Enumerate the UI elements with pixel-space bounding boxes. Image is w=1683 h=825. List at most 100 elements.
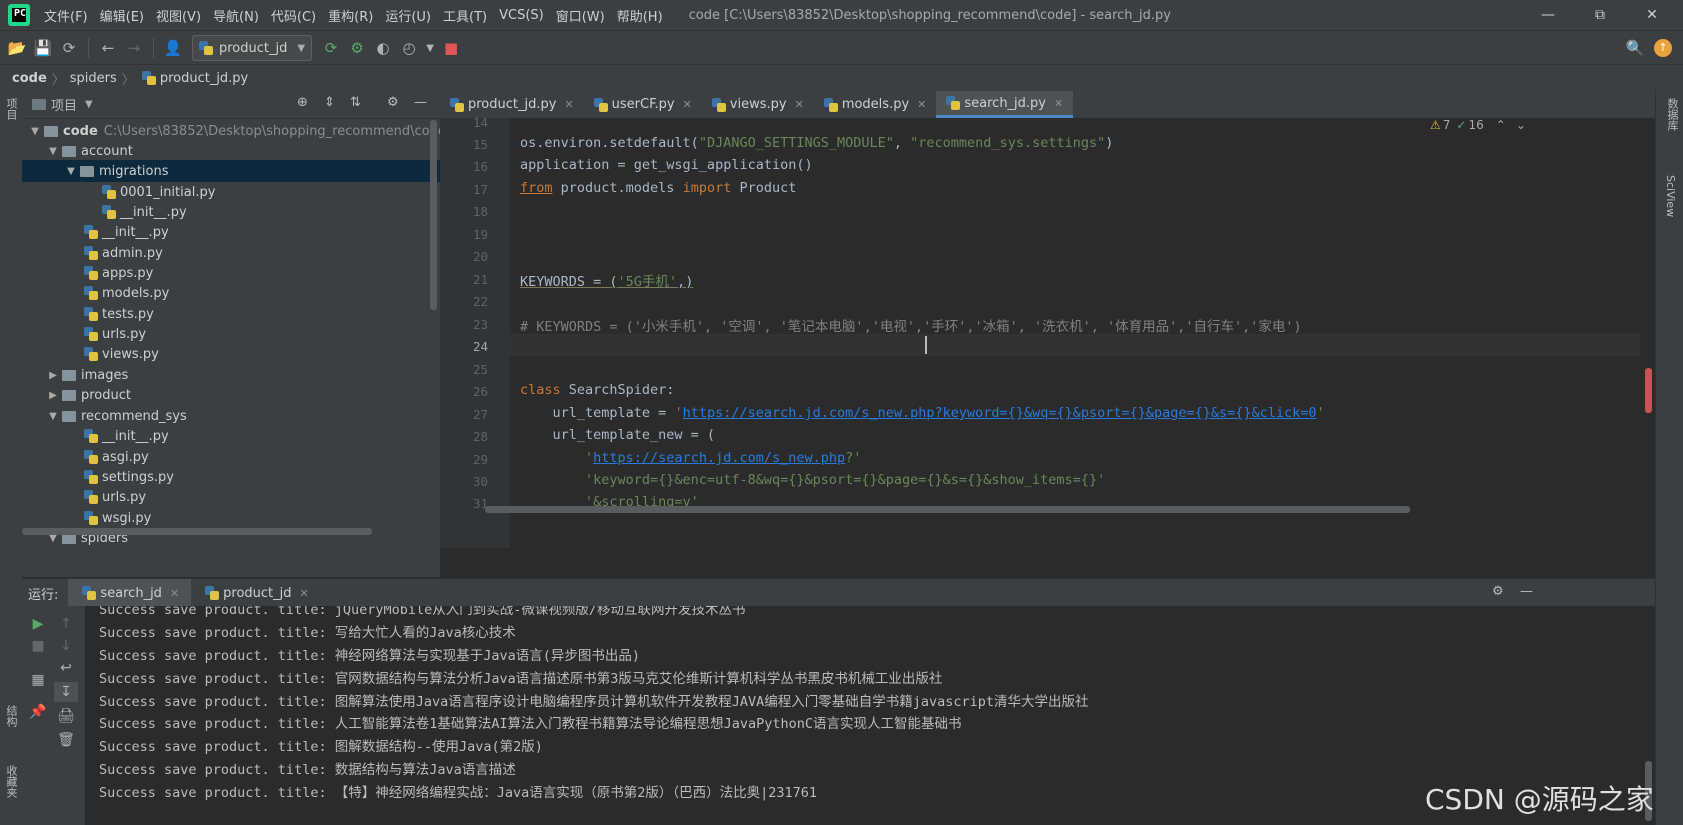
tree-item-file[interactable]: urls.py	[22, 486, 440, 508]
scroll-down-icon[interactable]: ↓	[54, 636, 78, 656]
tree-item-account[interactable]: ▼ account	[22, 140, 440, 162]
tree-root[interactable]: ▼ code C:\Users\83852\Desktop\shopping_r…	[22, 120, 440, 142]
menu-window[interactable]: 窗口(W)	[550, 6, 611, 25]
tree-item-images[interactable]: ▶ images	[22, 364, 440, 386]
layout-icon[interactable]: ▦	[26, 670, 50, 690]
run-config-selector[interactable]: product_jd ▼	[192, 35, 313, 61]
close-icon[interactable]: ✕	[564, 98, 573, 111]
tree-item-file[interactable]: urls.py	[22, 323, 440, 345]
back-icon[interactable]: ←	[97, 37, 119, 59]
tree-item-file[interactable]: views.py	[22, 343, 440, 365]
favorites-tool-button[interactable]: 收藏夹	[3, 765, 19, 798]
collapse-all-icon[interactable]: ⇅	[350, 95, 361, 110]
pin-icon[interactable]: 📌	[26, 702, 50, 722]
run-console-output[interactable]: Success save product. title: jQueryMobil…	[85, 606, 1655, 825]
user-icon[interactable]: 👤	[162, 37, 184, 59]
more-run-chevron-icon[interactable]: ▼	[424, 37, 436, 59]
hide-panel-icon[interactable]: —	[1520, 584, 1533, 599]
sciview-tool-button[interactable]: SciView	[1664, 175, 1677, 217]
breadcrumb-file[interactable]: product_jd.py	[160, 71, 248, 86]
tab-views[interactable]: views.py ✕	[702, 91, 814, 118]
soft-wrap-icon[interactable]: ↩	[54, 658, 78, 678]
forward-icon[interactable]: →	[123, 37, 145, 59]
tab-models[interactable]: models.py ✕	[814, 91, 937, 118]
tree-item-file[interactable]: apps.py	[22, 262, 440, 284]
menu-edit[interactable]: 编辑(E)	[94, 6, 150, 25]
tab-search-jd[interactable]: search_jd.py ✕	[936, 91, 1074, 118]
horizontal-scrollbar[interactable]	[485, 506, 1410, 513]
tree-item-file[interactable]: asgi.py	[22, 446, 440, 468]
horizontal-scrollbar[interactable]	[22, 528, 372, 535]
chevron-down-icon[interactable]: ⌄	[1516, 118, 1526, 132]
tree-item-recommend-sys[interactable]: ▼ recommend_sys	[22, 405, 440, 427]
locate-icon[interactable]: ⊕	[297, 95, 308, 110]
hide-panel-icon[interactable]: —	[414, 95, 427, 110]
menu-navigate[interactable]: 导航(N)	[207, 6, 265, 25]
tree-item-file[interactable]: tests.py	[22, 303, 440, 325]
tab-product-jd[interactable]: product_jd.py ✕	[440, 91, 584, 118]
coverage-icon[interactable]: ◐	[372, 37, 394, 59]
scroll-to-end-icon[interactable]: ↧	[54, 682, 78, 702]
gear-icon[interactable]: ⚙	[1492, 584, 1504, 599]
chevron-up-icon[interactable]: ⌃	[1496, 118, 1506, 132]
chevron-down-icon[interactable]: ▼	[85, 99, 93, 110]
save-icon[interactable]: 💾	[32, 37, 54, 59]
close-window-icon[interactable]: ✕	[1629, 0, 1675, 30]
open-folder-icon[interactable]: 📂	[6, 37, 28, 59]
structure-tool-button[interactable]: 结构	[3, 705, 19, 727]
run-tab-search-jd[interactable]: search_jd ✕	[68, 579, 192, 607]
expand-all-icon[interactable]: ⇕	[324, 95, 335, 110]
debug-icon[interactable]: ⚙	[346, 37, 368, 59]
menu-view[interactable]: 视图(V)	[150, 6, 207, 25]
database-tool-button[interactable]: 数据库	[1664, 98, 1680, 131]
scroll-marker[interactable]	[1645, 368, 1652, 413]
tree-item-file[interactable]: __init__.py	[22, 201, 440, 223]
code-editor[interactable]: 14 15 16 17 18 19 20 21 22 23 24 25 26 2…	[440, 118, 1655, 548]
breadcrumb-spiders[interactable]: spiders	[70, 71, 117, 86]
tree-item-file[interactable]: 0001_initial.py	[22, 181, 440, 203]
print-icon[interactable]: 🖨	[54, 706, 78, 726]
profile-icon[interactable]: ◴	[398, 37, 420, 59]
tree-item-file[interactable]: __init__.py	[22, 425, 440, 447]
tab-usercf[interactable]: userCF.py ✕	[584, 91, 702, 118]
scroll-up-icon[interactable]: ↑	[54, 614, 78, 634]
menu-code[interactable]: 代码(C)	[265, 6, 322, 25]
stop-icon[interactable]: ■	[26, 636, 50, 656]
tree-item-file[interactable]: wsgi.py	[22, 507, 440, 529]
menu-tools[interactable]: 工具(T)	[437, 6, 493, 25]
play-icon[interactable]: ▶	[26, 614, 50, 634]
menu-vcs[interactable]: VCS(S)	[493, 8, 550, 23]
tree-item-file[interactable]: admin.py	[22, 242, 440, 264]
tree-item-file[interactable]: models.py	[22, 282, 440, 304]
inspections-widget[interactable]: ⚠ 7 ✓ 16 ⌃ ⌄	[1430, 118, 1526, 132]
update-icon[interactable]: ↑	[1654, 39, 1672, 57]
menu-refactor[interactable]: 重构(R)	[322, 6, 379, 25]
project-tool-button[interactable]: 项目	[3, 98, 19, 120]
tree-item-file[interactable]: __init__.py	[22, 221, 440, 243]
tree-item-file[interactable]: settings.py	[22, 466, 440, 488]
project-panel-title[interactable]: 项目	[51, 95, 77, 114]
menu-file[interactable]: 文件(F)	[38, 6, 94, 25]
close-icon[interactable]: ✕	[1054, 97, 1063, 110]
close-icon[interactable]: ✕	[300, 587, 309, 600]
menu-help[interactable]: 帮助(H)	[611, 6, 669, 25]
gear-icon[interactable]: ⚙	[387, 95, 399, 110]
tree-item-product[interactable]: ▶ product	[22, 384, 440, 406]
close-icon[interactable]: ✕	[170, 587, 179, 600]
menu-run[interactable]: 运行(U)	[379, 6, 437, 25]
breadcrumb-root[interactable]: code	[12, 71, 47, 86]
close-icon[interactable]: ✕	[795, 98, 804, 111]
tree-label: __init__.py	[102, 428, 169, 444]
trash-icon[interactable]: 🗑	[54, 730, 78, 750]
vertical-scrollbar[interactable]	[430, 120, 437, 310]
close-icon[interactable]: ✕	[683, 98, 692, 111]
tree-item-migrations[interactable]: ▼ migrations	[22, 160, 440, 182]
minimize-icon[interactable]: —	[1525, 0, 1571, 30]
search-icon[interactable]: 🔍	[1624, 37, 1646, 59]
close-icon[interactable]: ✕	[917, 98, 926, 111]
restore-icon[interactable]: ⧉	[1577, 0, 1623, 30]
rerun-icon[interactable]: ⟳	[320, 37, 342, 59]
stop-icon[interactable]: ■	[440, 37, 462, 59]
sync-icon[interactable]: ⟳	[58, 37, 80, 59]
run-tab-product-jd[interactable]: product_jd ✕	[191, 579, 321, 607]
